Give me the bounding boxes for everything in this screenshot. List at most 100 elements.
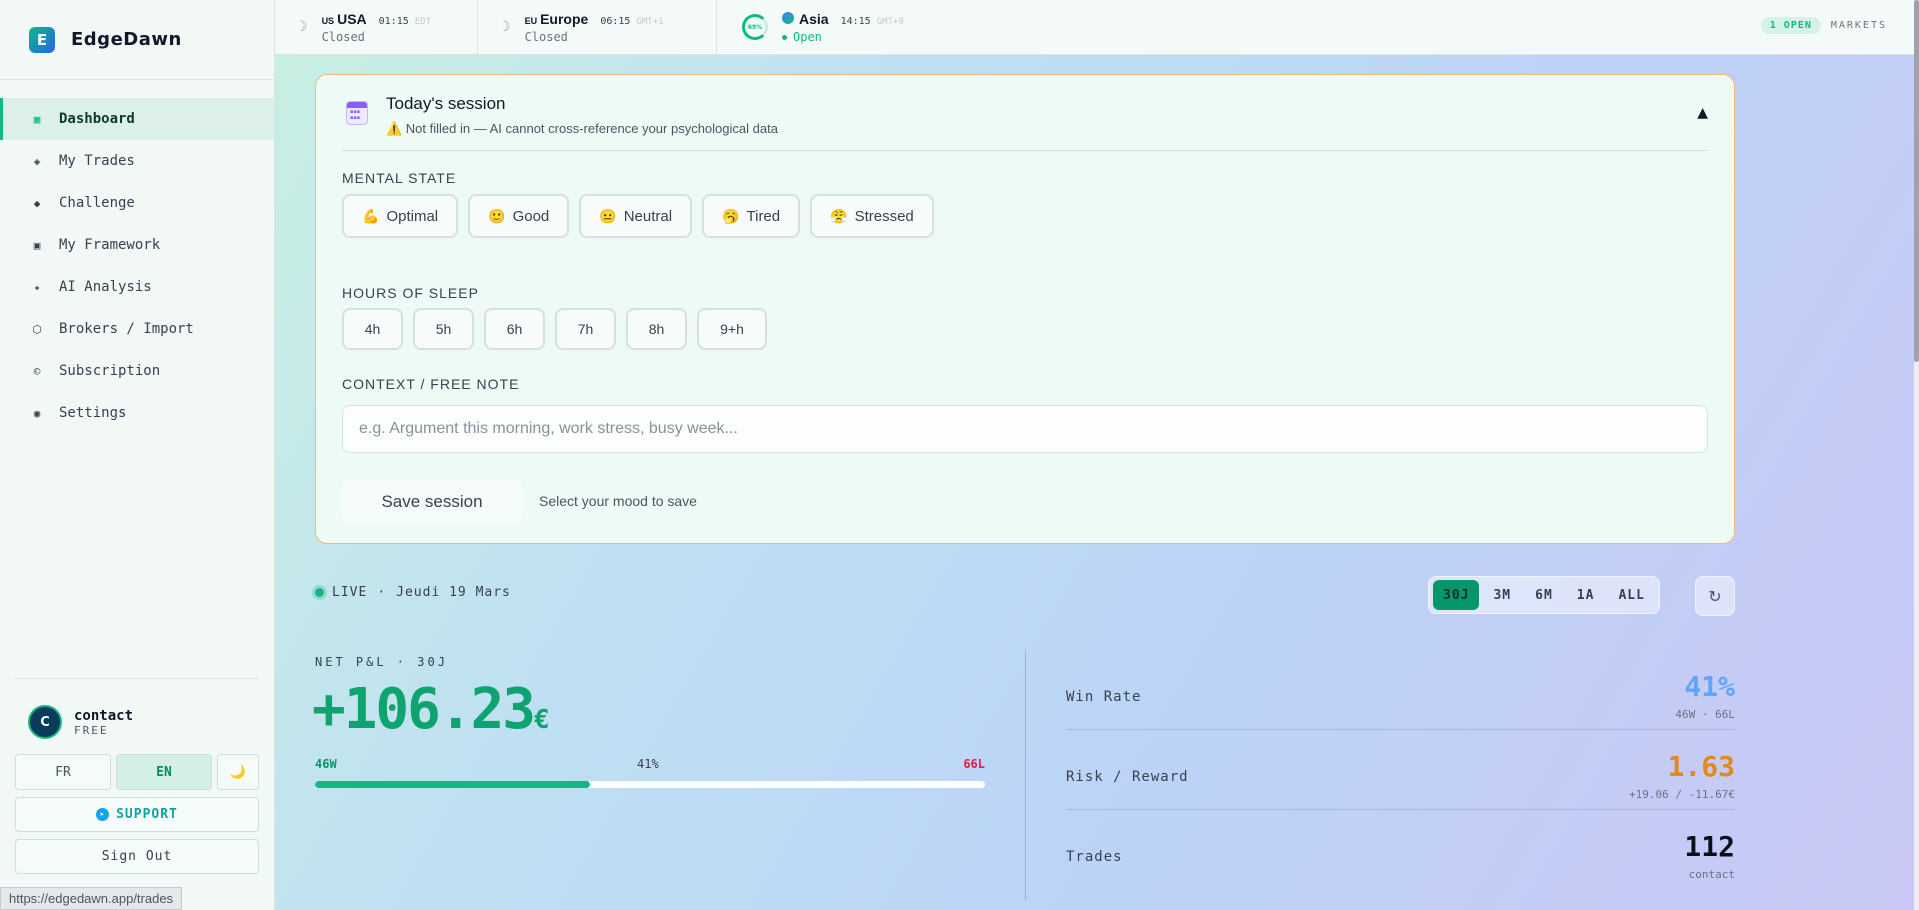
mood-optimal-button[interactable]: 💪 Optimal bbox=[342, 194, 459, 238]
market-time: 14:15 bbox=[840, 15, 871, 27]
sleep-8h-button[interactable]: 8h bbox=[626, 308, 687, 350]
support-button[interactable]: ➤ SUPPORT bbox=[15, 797, 259, 832]
lang-fr-button[interactable]: FR bbox=[15, 754, 111, 790]
refresh-icon[interactable]: ↻ bbox=[1695, 576, 1735, 616]
market-status: Closed bbox=[524, 29, 568, 44]
support-label: SUPPORT bbox=[116, 807, 178, 822]
win-loss-bar bbox=[315, 781, 985, 788]
win-percentage: 41% bbox=[637, 757, 659, 771]
session-title: Today's session bbox=[386, 94, 506, 113]
net-pnl-label: NET P&L · 30J bbox=[315, 655, 448, 669]
stat-subtext: 46W · 66L bbox=[1675, 708, 1735, 721]
sidebar-item-label: Settings bbox=[59, 405, 127, 421]
sidebar-item-label: My Trades bbox=[59, 153, 135, 169]
app-logo[interactable]: E EdgeDawn bbox=[0, 0, 274, 80]
market-status: Open bbox=[782, 30, 904, 44]
markets-label: MARKETS bbox=[1830, 20, 1887, 31]
open-markets-badge: 1 OPEN bbox=[1760, 17, 1821, 34]
sleep-4h-button[interactable]: 4h bbox=[342, 308, 403, 350]
sidebar-item-ai-analysis[interactable]: ✦ AI Analysis bbox=[0, 266, 274, 308]
context-note-label: CONTEXT / FREE NOTE bbox=[342, 376, 520, 392]
sidebar-nav: ▦ Dashboard ◈ My Trades ◆ Challenge ▣ My… bbox=[0, 98, 274, 434]
sleep-5h-button[interactable]: 5h bbox=[413, 308, 474, 350]
globe-icon bbox=[782, 11, 794, 24]
period-30j-button[interactable]: 30J bbox=[1433, 580, 1480, 610]
session-progress-ring: 69% bbox=[742, 14, 768, 40]
live-date: Jeudi 19 Mars bbox=[396, 585, 511, 600]
sidebar-item-label: Brokers / Import bbox=[59, 321, 194, 337]
live-label: LIVE bbox=[332, 585, 368, 600]
todays-session-card: Today's session ⚠️ Not filled in — AI ca… bbox=[315, 74, 1735, 544]
context-note-input[interactable] bbox=[342, 405, 1708, 453]
markets-topbar: ☽ US USA 01:15 EDT Closed ☽ EU Europe 06… bbox=[275, 0, 1915, 55]
market-europe[interactable]: ☽ EU Europe 06:15 GMT+1 Closed bbox=[478, 0, 717, 55]
divider bbox=[1066, 809, 1735, 810]
moon-icon: ☽ bbox=[295, 19, 308, 35]
diamond-outline-icon: ◈ bbox=[33, 154, 41, 168]
period-3m-button[interactable]: 3M bbox=[1483, 580, 1521, 610]
sidebar-item-my-trades[interactable]: ◈ My Trades bbox=[0, 140, 274, 182]
moon-icon[interactable]: 🌙 bbox=[217, 754, 259, 790]
smile-icon: 🙂 bbox=[488, 207, 506, 224]
losses-count: 66L bbox=[963, 757, 985, 771]
scrollbar-thumb[interactable] bbox=[1914, 0, 1919, 362]
sidebar-item-challenge[interactable]: ◆ Challenge bbox=[0, 182, 274, 224]
live-status: LIVE · Jeudi 19 Mars bbox=[315, 585, 511, 600]
stat-win-rate: Win Rate 41% 46W · 66L bbox=[1066, 670, 1735, 750]
calendar-icon bbox=[346, 101, 368, 125]
sign-out-button[interactable]: Sign Out bbox=[15, 839, 259, 874]
sidebar-item-label: AI Analysis bbox=[59, 279, 152, 295]
stat-subtext: contact bbox=[1688, 868, 1735, 881]
mood-good-button[interactable]: 🙂 Good bbox=[468, 194, 570, 238]
divider bbox=[1066, 729, 1735, 730]
sidebar-item-dashboard[interactable]: ▦ Dashboard bbox=[0, 98, 274, 140]
market-name: Europe bbox=[540, 10, 589, 27]
market-usa[interactable]: ☽ US USA 01:15 EDT Closed bbox=[275, 0, 478, 55]
sleep-selector: 4h 5h 6h 7h 8h 9+h bbox=[342, 308, 767, 350]
period-6m-button[interactable]: 6M bbox=[1525, 580, 1563, 610]
stat-trades: Trades 112 contact bbox=[1066, 830, 1735, 910]
sleep-6h-button[interactable]: 6h bbox=[484, 308, 545, 350]
sidebar-item-label: Subscription bbox=[59, 363, 161, 379]
divider bbox=[1025, 650, 1026, 900]
dashboard-main: Today's session ⚠️ Not filled in — AI ca… bbox=[275, 55, 1915, 910]
session-warning: ⚠️ Not filled in — AI cannot cross-refer… bbox=[386, 121, 778, 136]
collapse-icon[interactable]: ▲ bbox=[1697, 105, 1708, 121]
copyright-icon: © bbox=[33, 364, 41, 378]
flexed-arm-icon: 💪 bbox=[362, 207, 380, 224]
logo-mark-icon: E bbox=[29, 26, 55, 53]
mood-label: Optimal bbox=[386, 207, 439, 225]
mental-state-label: MENTAL STATE bbox=[342, 170, 457, 186]
mood-stressed-button[interactable]: 😤 Stressed bbox=[810, 194, 934, 238]
save-session-button[interactable]: Save session bbox=[342, 479, 522, 525]
grid-icon: ▦ bbox=[33, 112, 41, 126]
sidebar-footer: C contact FREE FR EN 🌙 ➤ SUPPORT Sign Ou… bbox=[15, 678, 259, 874]
lang-en-button[interactable]: EN bbox=[116, 754, 212, 790]
user-name: contact bbox=[74, 707, 134, 724]
sidebar-item-settings[interactable]: ◉ Settings bbox=[0, 392, 274, 434]
yawn-icon: 🥱 bbox=[722, 207, 740, 224]
stat-value: 41% bbox=[1684, 670, 1735, 703]
language-switcher: FR EN 🌙 bbox=[15, 754, 259, 790]
user-profile[interactable]: C contact FREE bbox=[15, 705, 259, 739]
period-1a-button[interactable]: 1A bbox=[1567, 580, 1605, 610]
market-status: Closed bbox=[321, 29, 365, 44]
mood-neutral-button[interactable]: 😐 Neutral bbox=[579, 194, 693, 238]
sidebar-item-my-framework[interactable]: ▣ My Framework bbox=[0, 224, 274, 266]
sleep-9plus-button[interactable]: 9+h bbox=[697, 308, 767, 350]
wins-count: 46W bbox=[315, 757, 337, 771]
market-asia[interactable]: 69% Asia 14:15 GMT+9 Open bbox=[717, 0, 904, 55]
mood-label: Stressed bbox=[854, 207, 914, 225]
mood-label: Good bbox=[512, 207, 550, 225]
period-all-button[interactable]: ALL bbox=[1608, 580, 1654, 610]
sleep-7h-button[interactable]: 7h bbox=[555, 308, 616, 350]
stat-subtext: +19.06 / -11.67€ bbox=[1629, 788, 1735, 801]
sidebar-item-subscription[interactable]: © Subscription bbox=[0, 350, 274, 392]
market-timezone: GMT+9 bbox=[876, 16, 904, 27]
mood-tired-button[interactable]: 🥱 Tired bbox=[702, 194, 801, 238]
page-scrollbar[interactable] bbox=[1914, 0, 1919, 910]
telegram-icon: ➤ bbox=[96, 808, 110, 821]
sidebar-item-brokers-import[interactable]: ⬡ Brokers / Import bbox=[0, 308, 274, 350]
market-name: Asia bbox=[799, 10, 829, 27]
stat-risk-reward: Risk / Reward 1.63 +19.06 / -11.67€ bbox=[1066, 750, 1735, 830]
